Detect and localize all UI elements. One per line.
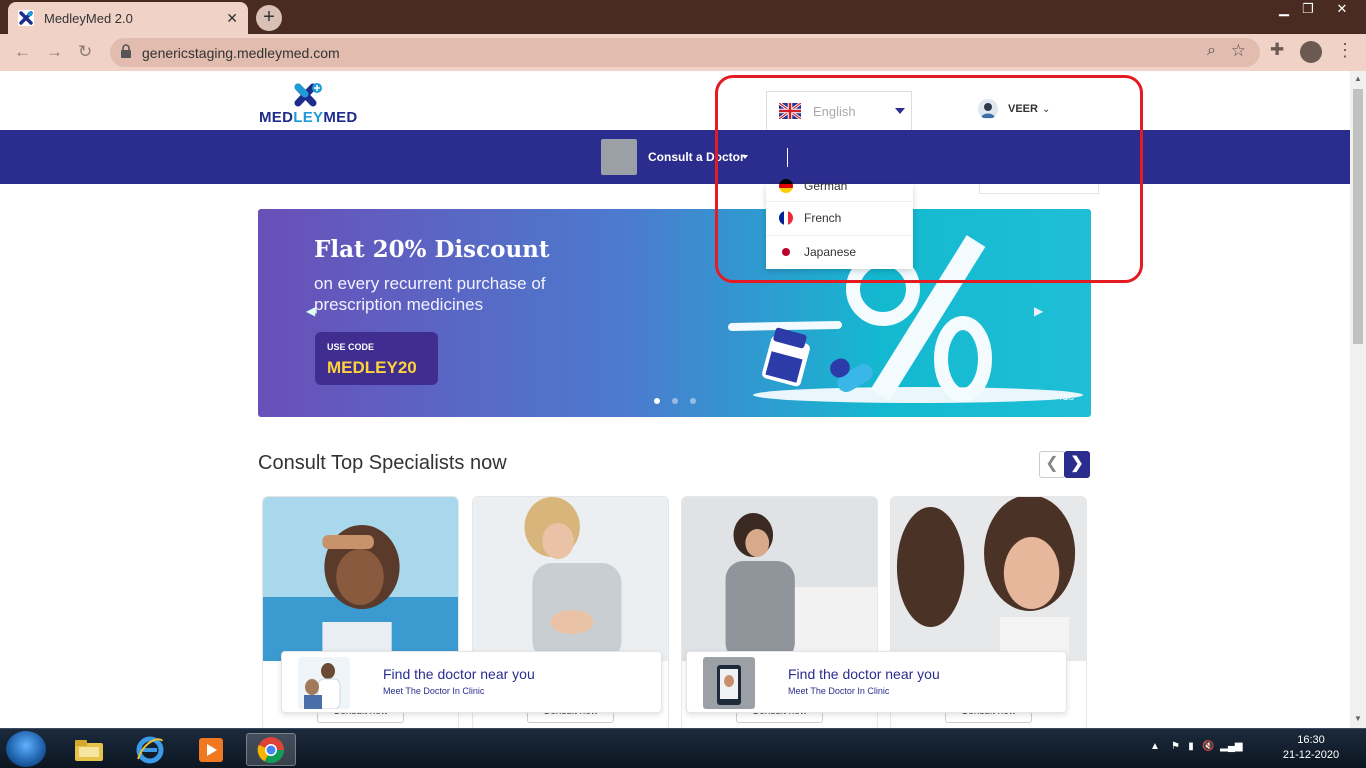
logo-mark-icon [294,83,322,107]
chrome-taskbar-icon[interactable] [246,733,296,766]
find-doctor-title: Find the doctor near you [383,666,535,682]
specialist-image-fever-child [263,497,458,661]
clock-time: 16:30 [1297,734,1325,746]
section-title: Consult Top Specialists now [258,452,507,474]
back-arrow-icon[interactable]: ← [14,42,31,62]
banner-dot-1[interactable] [654,398,660,404]
file-explorer-icon[interactable] [64,733,114,766]
banner-subtext: on every recurrent purchase of prescript… [314,274,546,314]
reload-icon[interactable]: ↻ [78,42,92,62]
carousel-prev-button[interactable]: ❮ [1039,451,1065,478]
internet-explorer-icon[interactable] [125,733,175,766]
medleymed-favicon-icon [18,10,34,26]
scroll-up-arrow-icon[interactable]: ▲ [1354,74,1362,83]
maximize-button[interactable]: ❐ [1294,0,1322,20]
terms-label: *T&C [1055,393,1075,402]
tab-close-icon[interactable]: ✕ [226,10,238,27]
banner-dot-3[interactable] [690,398,696,404]
taskbar-clock[interactable]: 16:30 21-12-2020 [1276,733,1346,763]
profile-avatar-icon[interactable] [1300,41,1322,63]
specialist-image-nausea-woman [473,497,668,661]
specialist-image-skin-woman [891,497,1086,661]
promo-code-label: USE CODE [327,342,375,352]
promo-code-value: MEDLEY20 [327,358,417,377]
extensions-puzzle-icon[interactable]: ✚ [1270,40,1284,60]
address-bar[interactable]: genericstaging.medleymed.com ⌕ ☆ [110,38,1260,67]
zoom-icon[interactable]: ⌕ [1207,42,1216,60]
red-annotation-box [715,75,1143,283]
logo-wordmark: MEDLEYMED [259,109,358,126]
url-text: genericstaging.medleymed.com [142,45,340,61]
find-doctor-subtitle: Meet The Doctor In Clinic [383,686,485,696]
main-navbar: Consult a Doctor [0,130,1350,184]
page-scrollbar[interactable]: ▲ ▼ [1350,71,1366,728]
scrollbar-thumb[interactable] [1353,89,1363,344]
phone-consult-image [703,657,755,709]
bookmark-star-icon[interactable]: ☆ [1231,41,1246,61]
forward-arrow-icon[interactable]: → [46,42,63,62]
find-doctor-title: Find the doctor near you [788,666,940,682]
media-player-icon[interactable] [186,733,236,766]
banner-next-arrow-icon[interactable]: ▶ [1034,304,1043,318]
banner-headline: Flat 20% Discount [314,236,550,263]
banner-pagination [654,398,696,404]
clock-date: 21-12-2020 [1282,749,1340,761]
banner-dot-2[interactable] [672,398,678,404]
carousel-next-button[interactable]: ❯ [1064,451,1090,478]
browser-toolbar: ← → ↻ genericstaging.medleymed.com ⌕ ☆ ✚… [0,34,1366,71]
new-tab-button[interactable]: + [256,5,282,31]
web-page: MEDLEYMED English VEER ⌄ Consult a Docto… [0,71,1350,728]
browser-tab[interactable]: MedleyMed 2.0 ✕ [8,2,248,34]
system-tray[interactable]: ▲ ⚑ ▮ 🔇 ▂▄▆ [1150,741,1243,752]
medleymed-logo[interactable]: MEDLEYMED [259,82,359,126]
promo-code-badge: USE CODE MEDLEY20 [315,332,438,385]
close-window-button[interactable]: ✕ [1322,0,1362,20]
find-doctor-card[interactable]: Find the doctor near you Meet The Doctor… [281,651,662,713]
find-doctor-card[interactable]: Find the doctor near you Meet The Doctor… [686,651,1067,713]
tab-title: MedleyMed 2.0 [44,10,133,26]
banner-prev-arrow-icon[interactable]: ◀ [306,304,315,318]
windows-start-button[interactable] [6,731,46,767]
scroll-down-arrow-icon[interactable]: ▼ [1354,714,1362,723]
consult-doctor-thumbnail [601,139,637,175]
windows-taskbar: ▲ ⚑ ▮ 🔇 ▂▄▆ 16:30 21-12-2020 [0,728,1366,768]
find-doctor-subtitle: Meet The Doctor In Clinic [788,686,890,696]
clinic-doctor-image [298,657,350,709]
lock-icon [121,44,131,58]
browser-titlebar: MedleyMed 2.0 ✕ + ▁ ❐ ✕ [0,0,1366,34]
browser-menu-icon[interactable]: ⋮ [1336,40,1354,61]
specialist-image-back-pain-woman [682,497,877,661]
